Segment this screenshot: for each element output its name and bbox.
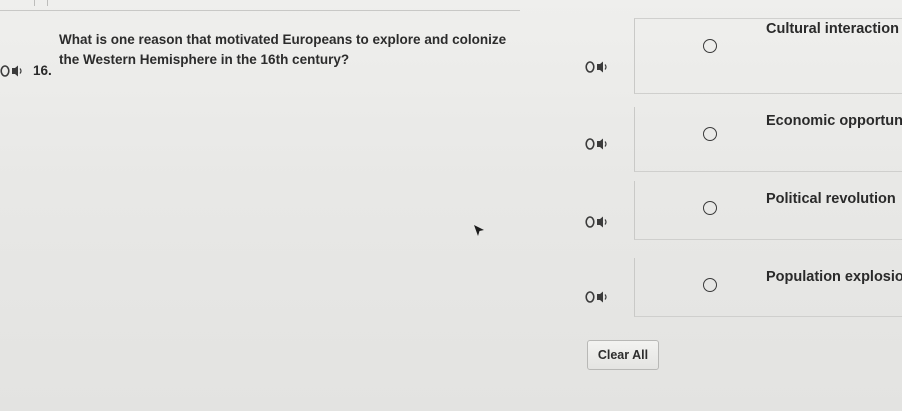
answer-option-economic-opportunity[interactable]: Economic opportunity: [585, 107, 902, 185]
speaker-icon[interactable]: [0, 64, 24, 78]
top-edge-marks: [34, 0, 48, 6]
answer-option-label[interactable]: Cultural interaction: [766, 21, 899, 37]
radio-button[interactable]: [703, 278, 717, 292]
answer-option-label[interactable]: Economic opportunity: [766, 113, 902, 129]
speaker-icon[interactable]: [585, 137, 609, 151]
answer-option-label[interactable]: Political revolution: [766, 191, 896, 207]
top-divider: [0, 10, 520, 11]
radio-button[interactable]: [703, 201, 717, 215]
speaker-icon[interactable]: [585, 215, 609, 229]
answer-option-population-explosion[interactable]: Population explosion: [585, 258, 902, 338]
answer-option-box[interactable]: Political revolution: [634, 181, 902, 240]
question-number: 16.: [33, 63, 52, 78]
speaker-icon[interactable]: [585, 60, 609, 74]
answer-option-box[interactable]: Economic opportunity: [634, 107, 902, 172]
answer-option-cultural-interaction[interactable]: Cultural interaction: [585, 18, 902, 108]
answer-option-political-revolution[interactable]: Political revolution: [585, 181, 902, 263]
question-text: What is one reason that motivated Europe…: [59, 32, 507, 67]
question-block: 16. What is one reason that motivated Eu…: [0, 28, 530, 98]
answer-option-box[interactable]: Cultural interaction: [634, 18, 902, 94]
answer-option-label[interactable]: Population explosion: [766, 269, 902, 285]
answer-option-box[interactable]: Population explosion: [634, 258, 902, 317]
clear-all-button[interactable]: Clear All: [587, 340, 659, 370]
radio-button[interactable]: [703, 127, 717, 141]
speaker-icon[interactable]: [585, 290, 609, 304]
mouse-cursor-icon: [474, 225, 484, 236]
radio-button[interactable]: [703, 39, 717, 53]
